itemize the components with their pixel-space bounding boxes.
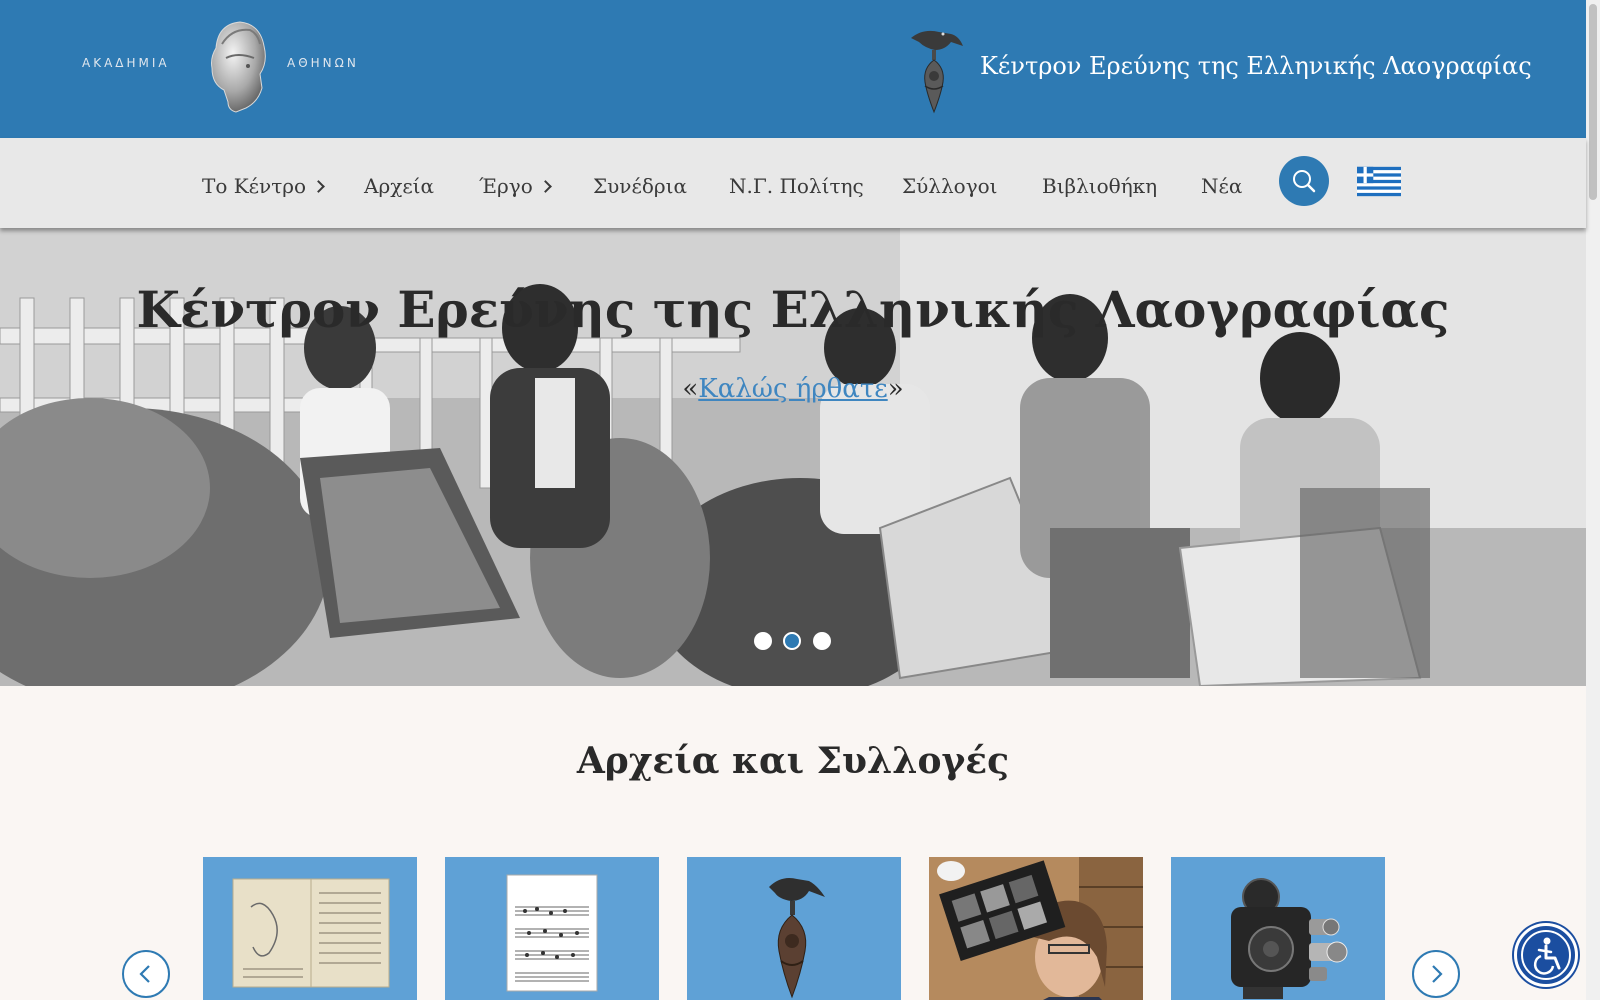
nav-item-ng-politis[interactable]: Ν.Γ. Πολίτης [729,174,864,198]
search-icon [1293,170,1316,193]
nav-item-label: Συνέδρια [593,174,687,198]
nav-item-label: Το Κέντρο [202,174,307,198]
hero-subtitle: «Καλώς ήρθατε» [0,374,1586,404]
accessibility-icon [1521,930,1571,980]
nav-item-associations[interactable]: Σύλλογοι [902,174,998,198]
site-header: ΑΚΑΔΗΜΙΑ ΑΘΗΝΩΝ Κέντρον Ερεύνης της Ελλη… [0,0,1586,138]
collections-section-title: Αρχεία και Συλλογές [576,740,1010,782]
nav-item-label: Έργο [479,174,533,198]
collection-card-music[interactable] [445,857,659,1000]
athena-head-icon [211,21,266,113]
slider-dot-2[interactable] [783,632,801,650]
academy-of-athens-logo[interactable]: ΑΚΑΔΗΜΙΑ ΑΘΗΝΩΝ [80,18,380,114]
manuscript-icon [232,878,390,988]
accessibility-button[interactable] [1514,923,1578,987]
slider-dot-3[interactable] [813,632,831,650]
hero-slider: Κέντρον Ερεύνης της Ελληνικής Λαογραφίας… [0,228,1586,686]
chevron-right-icon [538,180,552,193]
nav-item-label: Βιβλιοθήκη [1042,174,1158,198]
nav-item-conferences[interactable]: Συνέδρια [593,174,687,198]
search-button[interactable] [1279,156,1329,206]
academy-logo-text-left: ΑΚΑΔΗΜΙΑ [82,56,170,70]
scrollbar-thumb[interactable] [1589,4,1597,200]
research-center-title[interactable]: Κέντρον Ερεύνης της Ελληνικής Λαογραφίας [980,52,1532,80]
nav-item-label: Νέα [1201,174,1243,198]
slider-dot-1[interactable] [754,632,772,650]
carousel-prev-button[interactable] [122,950,170,998]
carousel-next-button[interactable] [1412,950,1460,998]
film-camera-icon [1231,878,1348,999]
film-archive-photo-icon [929,857,1143,1000]
nav-item-label: Σύλλογοι [902,174,998,198]
sheet-music-icon [506,874,598,992]
academy-logo-text-right: ΑΘΗΝΩΝ [287,56,359,70]
collection-card-photographs[interactable] [929,857,1143,1000]
nav-item-label: Αρχεία [364,174,435,198]
collection-card-manuscripts[interactable] [203,857,417,1000]
chevron-right-icon [312,180,325,193]
collection-card-objects[interactable] [687,857,901,1000]
collection-card-film[interactable] [1171,857,1385,1000]
quote-open: « [682,374,699,404]
chevron-right-icon [1432,965,1443,983]
nav-item-library[interactable]: Βιβλιοθήκη [1042,174,1157,198]
nav-item-archives[interactable]: Αρχεία [364,174,434,198]
welcome-link[interactable]: Καλώς ήρθατε [698,374,887,404]
bird-emblem-icon[interactable] [905,24,965,114]
quote-close: » [887,374,904,404]
hero-title: Κέντρον Ερεύνης της Ελληνικής Λαογραφίας [136,280,1450,339]
chevron-left-icon [139,965,150,983]
nav-item-center[interactable]: Το Κέντρο [202,174,325,198]
main-navigation: Το Κέντρο Αρχεία Έργο Συνέδρια Ν.Γ. Πολί… [0,138,1586,228]
nav-item-label: Ν.Γ. Πολίτης [729,174,864,198]
nav-item-news[interactable]: Νέα [1201,174,1242,198]
page-scrollbar[interactable] [1586,0,1600,1000]
language-switch-button[interactable] [1357,165,1401,198]
greek-flag-icon [1357,166,1401,197]
nav-item-work[interactable]: Έργο [479,174,552,198]
bird-emblem-icon [769,878,825,999]
